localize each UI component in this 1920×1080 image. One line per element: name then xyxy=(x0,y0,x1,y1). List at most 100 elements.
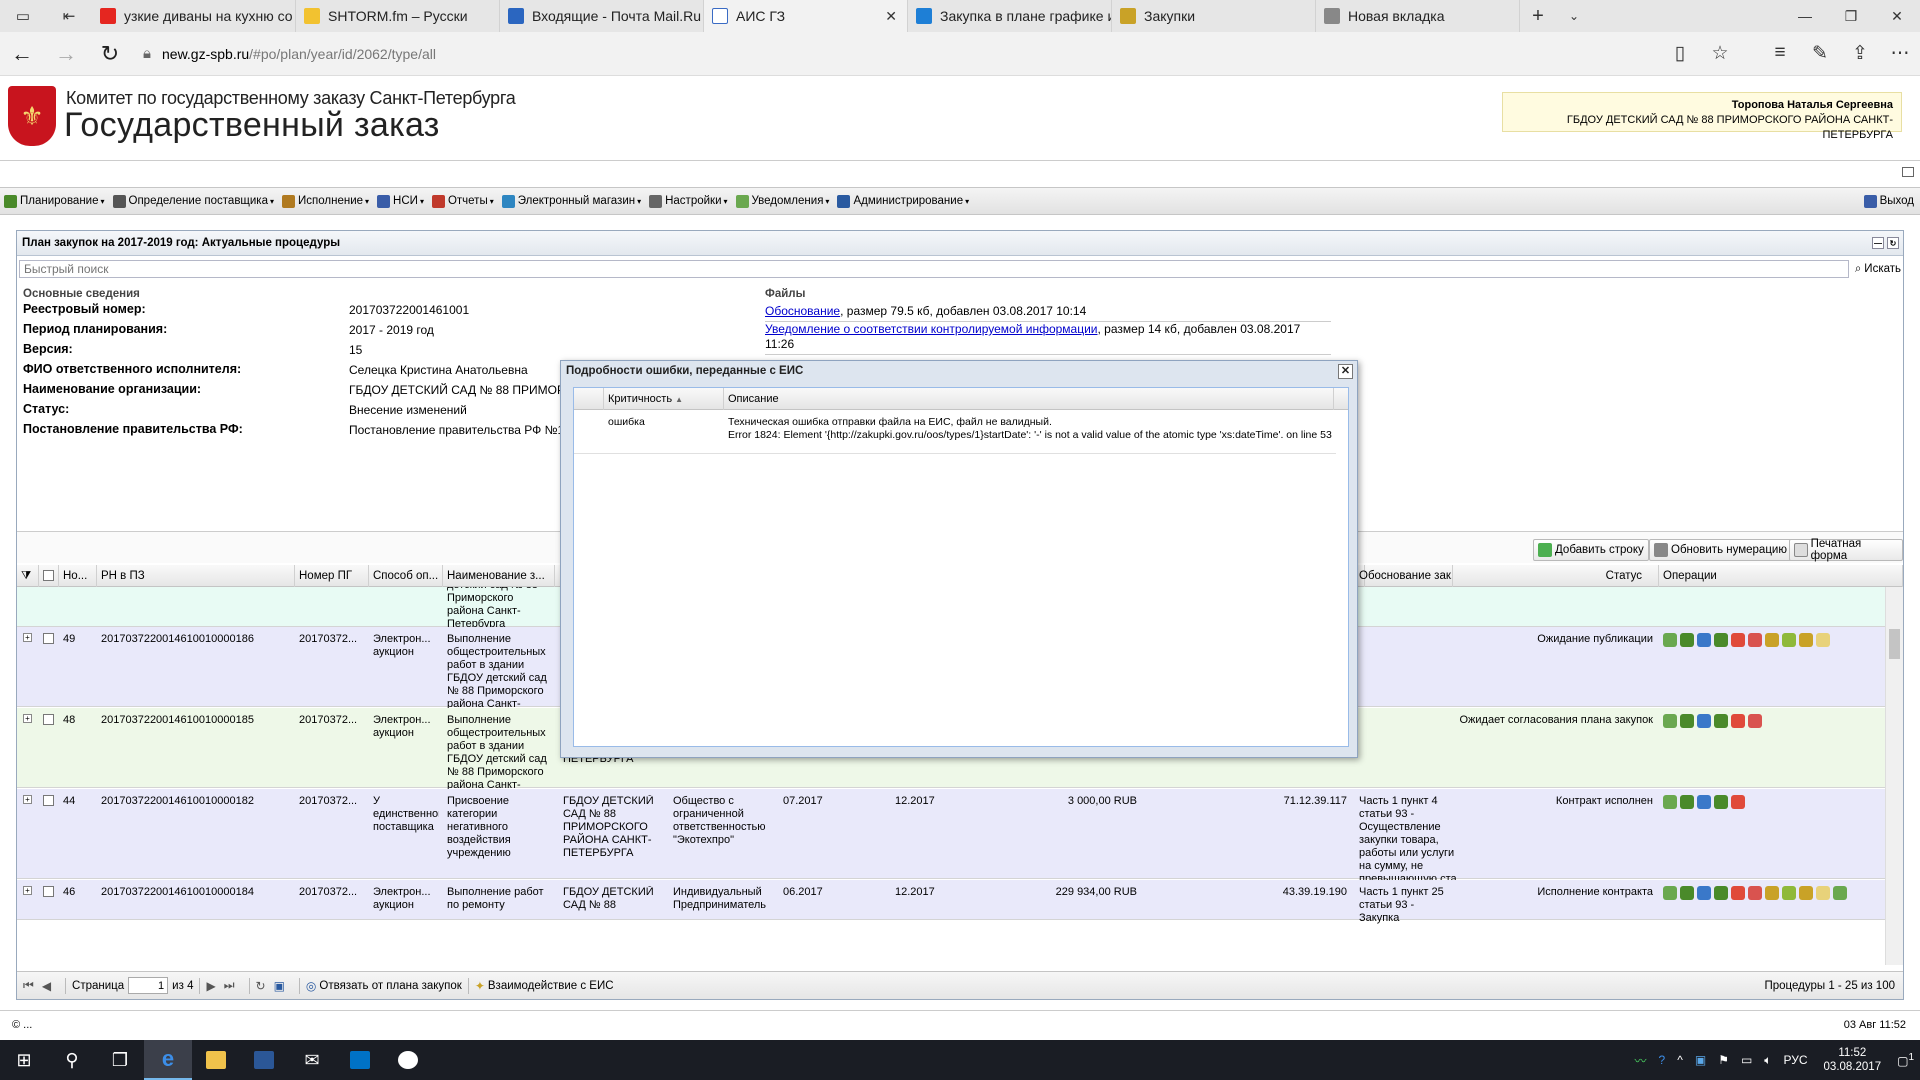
operation-icon[interactable] xyxy=(1680,714,1694,728)
col-number[interactable]: Но... xyxy=(59,565,97,587)
minimize-icon[interactable]: — xyxy=(1782,0,1828,32)
tab-preview-chevron-icon[interactable]: ⌄ xyxy=(1556,0,1592,32)
expand-row-icon[interactable]: + xyxy=(23,633,32,642)
modal-col-desc[interactable]: Описание xyxy=(724,388,1334,410)
table-row[interactable]: +46 2017037220014610010000184 20170372... Э… xyxy=(17,880,1885,924)
col-method[interactable]: Способ оп... xyxy=(369,565,443,587)
col-status[interactable]: Статус xyxy=(1453,565,1659,587)
panel-collapse-icon[interactable]: — xyxy=(1872,237,1884,249)
print-form-button[interactable]: Печатная форма xyxy=(1789,538,1903,562)
next-page-icon[interactable]: ▶ xyxy=(206,979,215,993)
col-rn[interactable]: РН в ПЗ xyxy=(97,565,295,587)
search-button[interactable]: ⌕ Искать xyxy=(1855,263,1901,276)
row-checkbox[interactable] xyxy=(43,886,54,897)
activity-monitor-icon[interactable]: 〰 xyxy=(1635,1052,1647,1069)
outlook-tray-icon[interactable]: ▣ xyxy=(1695,1053,1706,1067)
exit-button[interactable]: Выход xyxy=(1863,194,1914,208)
operation-icon[interactable] xyxy=(1680,795,1694,809)
operation-icon[interactable] xyxy=(1680,886,1694,900)
menu-item[interactable]: Определение поставщика ▾ xyxy=(112,194,274,208)
table-row[interactable]: +44 2017037220014610010000182 20170372... У… xyxy=(17,789,1885,898)
edge-taskbar-icon[interactable]: e xyxy=(144,1040,192,1080)
scrollbar-thumb[interactable] xyxy=(1889,629,1900,659)
expand-row-icon[interactable]: + xyxy=(23,714,32,723)
back-button[interactable]: ← xyxy=(0,41,44,67)
last-page-icon[interactable]: ⏭ xyxy=(224,978,235,993)
operation-icon[interactable] xyxy=(1816,633,1830,647)
menu-item[interactable]: Планирование ▾ xyxy=(4,194,105,208)
tab-list-icon[interactable]: ▭ xyxy=(0,0,46,32)
operation-icon[interactable] xyxy=(1731,633,1745,647)
select-all-checkbox[interactable] xyxy=(39,565,59,587)
close-window-icon[interactable]: ✕ xyxy=(1874,0,1920,32)
set-aside-tabs-icon[interactable]: ⇤ xyxy=(46,0,92,32)
operation-icon[interactable] xyxy=(1748,886,1762,900)
menu-item[interactable]: Электронный магазин ▾ xyxy=(501,194,641,208)
operation-icon[interactable] xyxy=(1731,795,1745,809)
operation-icon[interactable] xyxy=(1714,795,1728,809)
menu-item[interactable]: Исполнение ▾ xyxy=(282,194,369,208)
operation-icon[interactable] xyxy=(1816,886,1830,900)
operation-icon[interactable] xyxy=(1748,714,1762,728)
browser-tab[interactable]: Закупки xyxy=(1112,0,1316,32)
quick-search-input[interactable] xyxy=(19,260,1849,278)
operation-icon[interactable] xyxy=(1765,886,1779,900)
app-circle-icon[interactable] xyxy=(384,1040,432,1080)
operation-icon[interactable] xyxy=(1748,633,1762,647)
start-icon[interactable]: ⊞ xyxy=(0,1040,48,1080)
network-icon[interactable]: ▭ xyxy=(1741,1053,1752,1067)
outlook-icon[interactable] xyxy=(336,1040,384,1080)
row-checkbox[interactable] xyxy=(43,714,54,725)
share-icon[interactable]: ⇪ xyxy=(1840,42,1880,65)
unbind-button[interactable]: Отвязать от плана закупок xyxy=(319,980,461,992)
operation-icon[interactable] xyxy=(1697,795,1711,809)
browser-tab[interactable]: Новая вкладка xyxy=(1316,0,1520,32)
browser-tab[interactable]: АИС ГЗ ✕ xyxy=(704,0,908,32)
refresh-button[interactable]: ↻ xyxy=(88,41,132,67)
close-tab-icon[interactable]: ✕ xyxy=(885,8,897,25)
operation-icon[interactable] xyxy=(1697,633,1711,647)
forward-button[interactable]: → xyxy=(44,41,88,67)
notifications-icon[interactable]: ▢1 xyxy=(1897,1052,1914,1068)
panel-refresh-icon[interactable]: ↻ xyxy=(1887,237,1899,249)
browser-tab[interactable]: Входящие - Почта Mail.Ru xyxy=(500,0,704,32)
url-field[interactable]: new.gz-spb.ru/#po/plan/year/id/2062/type… xyxy=(162,46,1660,62)
operation-icon[interactable] xyxy=(1782,633,1796,647)
operation-icon[interactable] xyxy=(1731,714,1745,728)
row-checkbox[interactable] xyxy=(43,795,54,806)
menu-item[interactable]: Отчеты ▾ xyxy=(431,194,494,208)
operation-icon[interactable] xyxy=(1697,886,1711,900)
reading-view-icon[interactable]: ▯ xyxy=(1660,42,1700,65)
operation-icon[interactable] xyxy=(1782,886,1796,900)
operation-icon[interactable] xyxy=(1799,633,1813,647)
operation-icon[interactable] xyxy=(1833,886,1847,900)
web-note-icon[interactable]: ✎ xyxy=(1800,42,1840,65)
action-center-tray-icon[interactable]: ⚑ xyxy=(1718,1053,1729,1067)
task-view-icon[interactable]: ❐ xyxy=(96,1040,144,1080)
menu-item[interactable]: НСИ ▾ xyxy=(377,194,424,208)
operation-icon[interactable] xyxy=(1714,633,1728,647)
add-row-button[interactable]: Добавить строку xyxy=(1533,539,1649,561)
more-icon[interactable]: ⋯ xyxy=(1880,42,1920,65)
operation-icon[interactable] xyxy=(1697,714,1711,728)
grid-scrollbar[interactable] xyxy=(1885,587,1903,965)
operation-icon[interactable] xyxy=(1663,633,1677,647)
modal-col-severity[interactable]: Критичность ▲ xyxy=(604,388,724,410)
menu-item[interactable]: Настройки ▾ xyxy=(649,194,728,208)
operation-icon[interactable] xyxy=(1731,886,1745,900)
show-hidden-icons-icon[interactable]: ^ xyxy=(1677,1053,1683,1067)
first-page-icon[interactable]: ⏮ xyxy=(23,978,34,993)
browser-tab[interactable]: Закупка в плане графике и xyxy=(908,0,1112,32)
expand-row-icon[interactable]: + xyxy=(23,795,32,804)
file-link[interactable]: Уведомление о соответствии контролируемо… xyxy=(765,322,1098,336)
volume-icon[interactable]: 🔈︎ xyxy=(1764,1053,1771,1068)
restore-icon[interactable]: ❐ xyxy=(1828,0,1874,32)
col-name[interactable]: Наименование з... xyxy=(443,565,555,587)
operation-icon[interactable] xyxy=(1680,633,1694,647)
operation-icon[interactable] xyxy=(1714,886,1728,900)
file-link[interactable]: Обоснование xyxy=(765,304,840,318)
error-row[interactable]: ошибка Техническая ошибка отправки файла… xyxy=(574,410,1336,454)
search-icon[interactable]: ⚲ xyxy=(48,1040,96,1080)
word-icon[interactable] xyxy=(240,1040,288,1080)
new-tab-button[interactable]: + xyxy=(1520,0,1556,32)
